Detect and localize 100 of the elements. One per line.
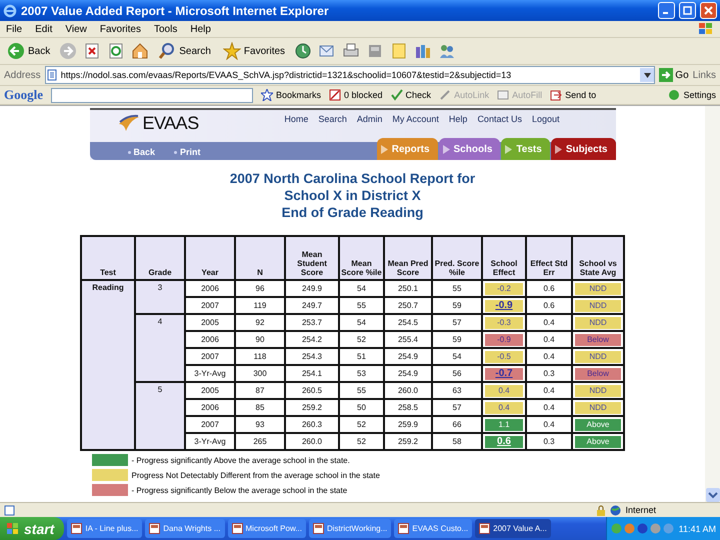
nav-link[interactable]: Help [448,114,468,124]
favorites-button[interactable]: Favorites [220,40,288,62]
go-button[interactable]: Go [659,68,689,82]
taskbar-button[interactable]: 2007 Value A... [475,519,551,538]
menu-item[interactable]: Tools [154,24,178,34]
google-search-field[interactable] [51,88,253,102]
column-header: N [236,237,284,279]
close-icon [704,6,713,15]
status-label: NDD [575,300,621,312]
table-cell: 85 [236,400,284,415]
table-cell: 258.5 [385,400,431,415]
taskbar-button[interactable]: EVAAS Custo... [394,519,472,538]
note-icon[interactable] [390,42,408,60]
column-header: Effect Std Err [527,237,571,279]
stop-icon[interactable] [83,42,102,60]
table-cell: 259.2 [286,400,338,415]
dropdown-button[interactable] [640,68,654,82]
close-button[interactable] [700,2,717,19]
header-link[interactable]: Print [180,147,201,157]
blocked-button[interactable]: 0 blocked [329,89,383,101]
nav-link[interactable]: Logout [532,114,560,124]
swoosh-logo-icon [118,114,140,132]
status-label: Above [575,436,621,448]
tray-icon[interactable] [636,523,648,534]
effect-link[interactable]: 0.6 [485,436,523,448]
bookmarks-button[interactable]: Bookmarks [261,89,322,101]
nav-link[interactable]: Admin [356,114,382,124]
legend-text: - Progress significantly Below the average school in the state [132,486,348,494]
nav-link[interactable]: Home [284,114,308,124]
minimize-button[interactable] [658,2,675,19]
table-cell: 260.0 [286,434,338,449]
taskbar-button[interactable]: IA - Line plus... [67,519,142,538]
nav-link[interactable]: My Account [392,114,439,124]
nav-link[interactable]: Search [318,114,347,124]
search-button[interactable]: Search [155,40,214,62]
nav-tab[interactable]: Schools [438,138,500,160]
menu-item[interactable]: Edit [35,24,52,34]
links-button[interactable]: Links [692,70,716,80]
table-cell: 57 [433,315,481,330]
history-icon[interactable] [294,42,312,60]
taskbar-button[interactable]: DistrictWorking... [308,519,392,538]
header-link[interactable]: Back [134,147,156,157]
taskbar-button[interactable]: Dana Wrights ... [145,519,224,538]
table-cell: 254.5 [385,315,431,330]
windows-logo-icon [698,22,714,36]
nav-tab[interactable]: Subjects [550,138,616,160]
table-cell: 0.4 [527,349,571,364]
effect-value: -0.2 [485,282,523,294]
table-cell: 254.9 [385,349,431,364]
refresh-icon[interactable] [107,42,126,60]
nav-link[interactable]: Contact Us [477,114,522,124]
maximize-button[interactable] [679,2,696,19]
star-icon [222,42,241,60]
status-label: NDD [575,402,621,414]
back-button[interactable]: Back [4,40,54,62]
clock: 11:41 AM [678,524,716,534]
taskbar-button[interactable]: Microsoft Pow... [228,519,306,538]
lock-icon [596,504,606,516]
table-cell: 118 [236,349,284,364]
table-cell: 260.5 [286,383,338,398]
menu-item[interactable]: View [65,24,87,34]
table-cell: 96 [236,281,284,296]
scrollbar[interactable] [705,106,720,502]
page-icon [4,504,15,516]
books-icon[interactable] [414,42,432,60]
table-cell: 3-Yr-Avg [186,434,234,449]
address-field[interactable]: https://nodol.sas.com/evaas/Reports/EVAAS_SchVA.jsp?districtid=1321&schoolid=10607&testid=2&subjectid=13 [44,66,656,84]
column-header: School Effect [483,237,525,279]
home-icon[interactable] [131,42,150,60]
check-button[interactable]: Check [390,89,432,101]
table-cell: 0.4 [527,315,571,330]
table-cell: 249.7 [286,298,338,313]
menu-item[interactable]: Favorites [100,24,141,34]
back-icon [7,42,25,60]
menu-item[interactable]: File [6,24,22,34]
effect-value: 0.4 [485,402,523,414]
play-arrow-icon [442,144,450,154]
table-cell: 253.7 [286,315,338,330]
effect-value: 1.1 [485,418,523,430]
window-icon [232,523,242,534]
table-cell: 0.6 [527,298,571,313]
table-cell: 93 [236,417,284,432]
ie-logo-icon [3,4,17,18]
grade-cell: 3 [136,281,184,313]
table-cell: 0.4 [527,332,571,347]
status-label: NDD [575,316,621,328]
table-cell: 300 [236,366,284,381]
table-cell: 250.7 [385,298,431,313]
table-cell: 265 [236,434,284,449]
table-cell: 2006 [186,332,234,347]
effect-link[interactable]: -0.9 [485,300,523,312]
forward-icon[interactable] [59,42,78,60]
table-cell: 55 [340,298,383,313]
people-icon[interactable] [438,42,456,60]
table-cell: 92 [236,315,284,330]
table-cell: 57 [433,400,481,415]
send-button[interactable]: Send to [550,89,596,101]
settings-button[interactable]: Settings [668,89,716,101]
play-arrow-icon [505,144,512,154]
menu-item[interactable]: Help [190,24,211,34]
